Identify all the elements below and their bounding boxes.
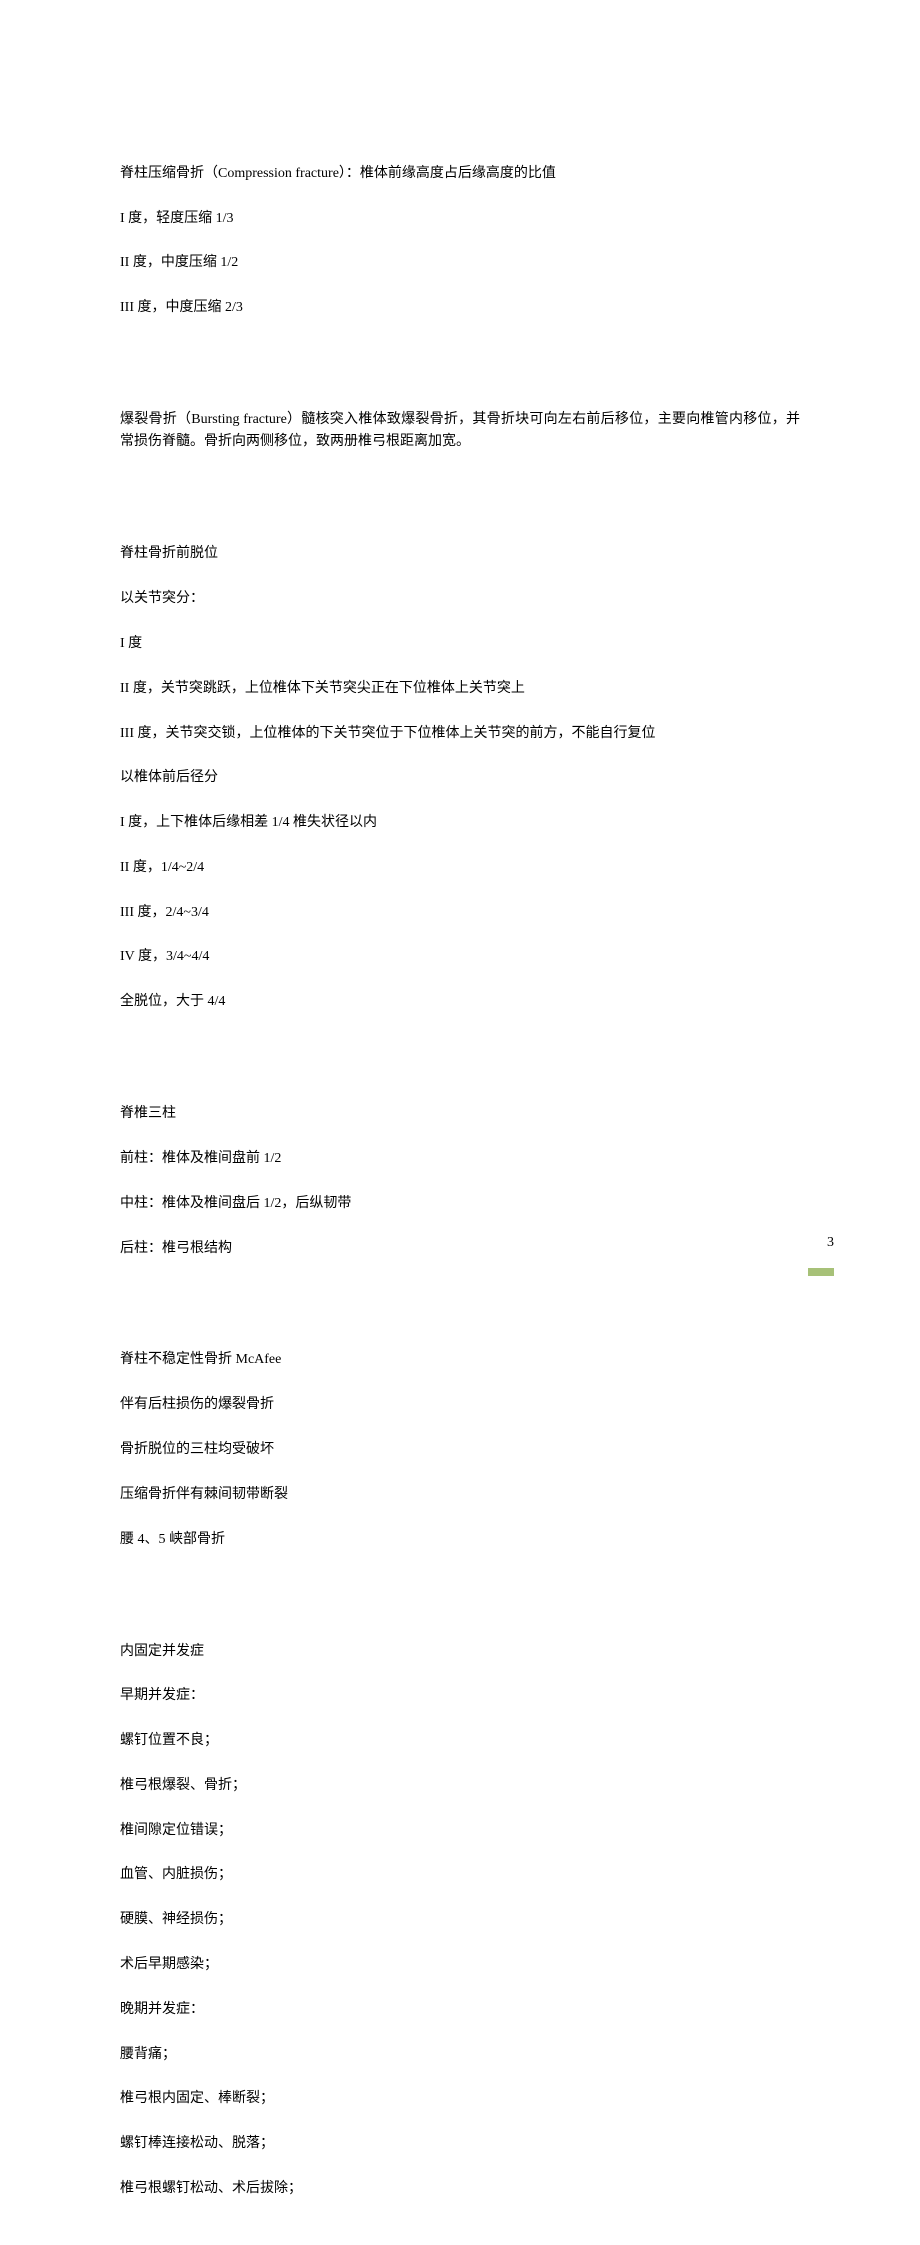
text-line: 以椎体前后径分: [120, 767, 800, 789]
text-line: 全脱位，大于 4/4: [120, 991, 800, 1013]
text-line: 伴有后柱损伤的爆裂骨折: [120, 1394, 800, 1416]
blank-line: [120, 1036, 800, 1058]
text-line: 腰 4、5 峡部骨折: [120, 1529, 800, 1551]
text-line: 脊柱骨折前脱位: [120, 543, 800, 565]
text-line: 椎弓根螺钉松动、术后拔除；: [120, 2178, 800, 2200]
text-line: 椎弓根爆裂、骨折；: [120, 1775, 800, 1797]
text-line: 椎弓根内固定、棒断裂；: [120, 2088, 800, 2110]
text-line: II 度，1/4~2/4: [120, 857, 800, 879]
text-line: 晚期并发症：: [120, 1999, 800, 2021]
text-line: 硬膜、神经损伤；: [120, 1909, 800, 1931]
text-line: 后柱：椎弓根结构: [120, 1238, 800, 1260]
text-line: 脊柱不稳定性骨折 McAfee: [120, 1349, 800, 1371]
text-line: I 度: [120, 633, 800, 655]
page-number-accent: [808, 1268, 834, 1276]
text-line: 内固定并发症: [120, 1641, 800, 1663]
document-page: 脊柱压缩骨折（Compression fracture）：椎体前缘高度占后缘高度…: [0, 0, 920, 1302]
text-line: III 度，2/4~3/4: [120, 902, 800, 924]
text-line: II 度，中度压缩 1/2: [120, 252, 800, 274]
text-line: 脊椎三柱: [120, 1103, 800, 1125]
text-line: II 度，关节突跳跃，上位椎体下关节突尖正在下位椎体上关节突上: [120, 678, 800, 700]
text-line: 螺钉棒连接松动、脱落；: [120, 2133, 800, 2155]
text-line: 骨折脱位的三柱均受破坏: [120, 1439, 800, 1461]
text-line: 早期并发症：: [120, 1685, 800, 1707]
text-line: I 度，上下椎体后缘相差 1/4 椎失状径以内: [120, 812, 800, 834]
blank-line: [120, 1573, 800, 1595]
document-content: 脊柱压缩骨折（Compression fracture）：椎体前缘高度占后缘高度…: [120, 118, 800, 2245]
blank-line: [120, 1282, 800, 1304]
text-line: 压缩骨折伴有棘间韧带断裂: [120, 1484, 800, 1506]
text-line: 椎间隙定位错误；: [120, 1820, 800, 1842]
blank-line: [120, 476, 800, 498]
text-line: III 度，关节突交锁，上位椎体的下关节突位于下位椎体上关节突的前方，不能自行复…: [120, 723, 800, 745]
text-line: 前柱：椎体及椎间盘前 1/2: [120, 1148, 800, 1170]
text-line: 术后早期感染；: [120, 1954, 800, 1976]
page-number: 3: [827, 1232, 834, 1254]
text-line: IV 度，3/4~4/4: [120, 946, 800, 968]
blank-line: [120, 342, 800, 364]
text-line: 爆裂骨折（Bursting fracture）髓核突入椎体致爆裂骨折，其骨折块可…: [120, 409, 800, 454]
text-line: 螺钉位置不良；: [120, 1730, 800, 1752]
text-line: III 度，中度压缩 2/3: [120, 297, 800, 319]
text-line: 以关节突分：: [120, 588, 800, 610]
text-line: 中柱：椎体及椎间盘后 1/2，后纵韧带: [120, 1193, 800, 1215]
text-line: 血管、内脏损伤；: [120, 1864, 800, 1886]
text-line: 脊柱压缩骨折（Compression fracture）：椎体前缘高度占后缘高度…: [120, 163, 800, 185]
text-line: I 度，轻度压缩 1/3: [120, 208, 800, 230]
text-line: 腰背痛；: [120, 2044, 800, 2066]
